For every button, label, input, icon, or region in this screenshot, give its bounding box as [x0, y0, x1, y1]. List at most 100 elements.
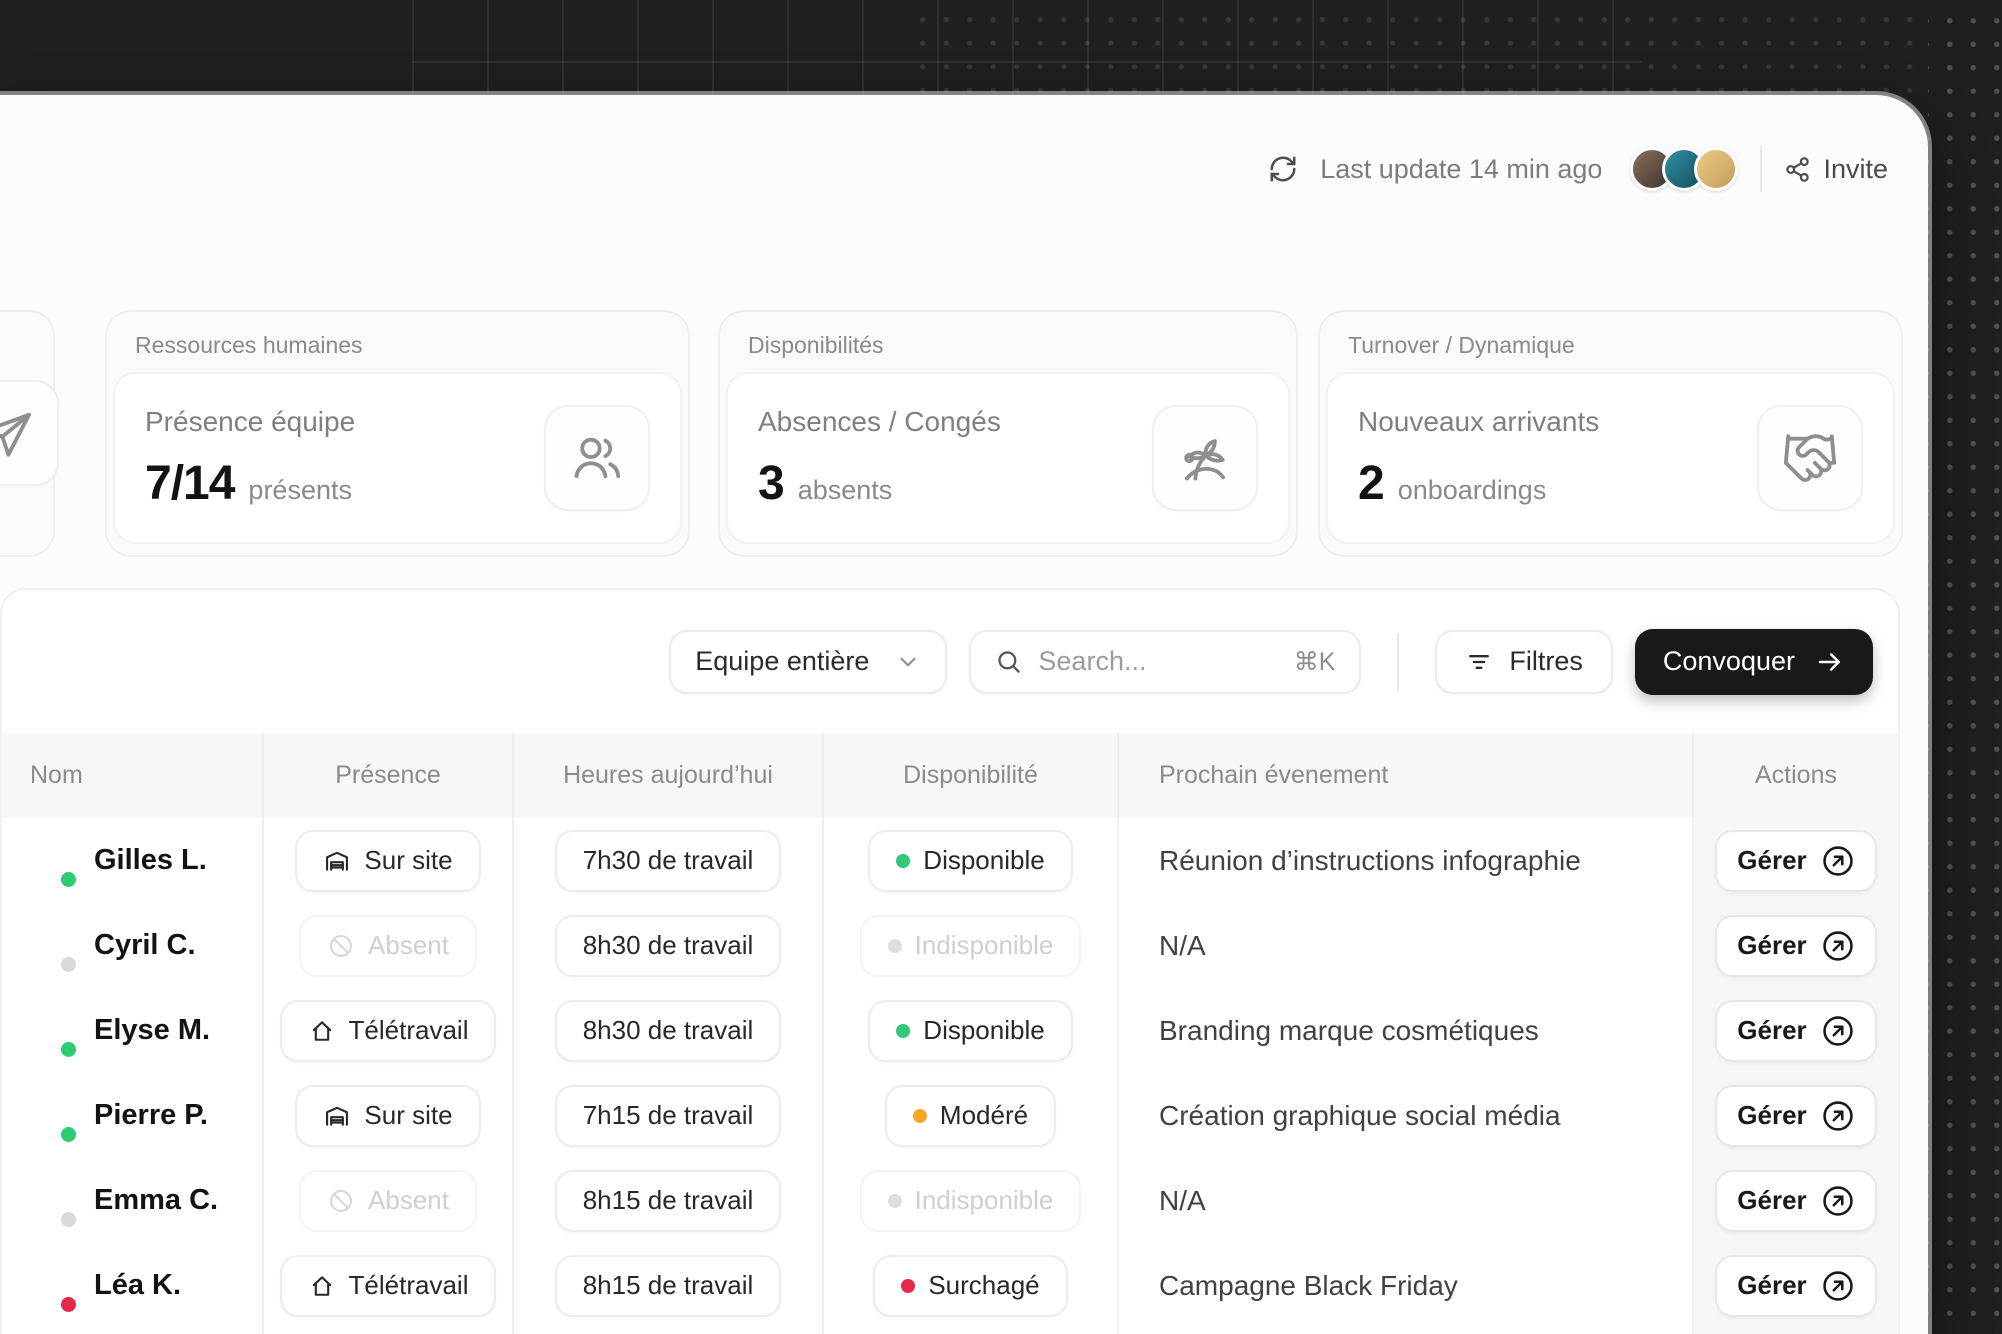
- stat-section-label: Turnover / Dynamique: [1320, 312, 1901, 372]
- last-update-label: Last update 14 min ago: [1320, 154, 1602, 185]
- availability-badge: Modéré: [885, 1085, 1056, 1147]
- arrow-up-right-icon: [1821, 929, 1855, 963]
- availability-dot: [896, 1024, 910, 1038]
- member-name: Gilles L.: [94, 844, 207, 877]
- presence-badge: Télétravail: [280, 1000, 497, 1062]
- table-row-partial: [2, 1328, 1898, 1334]
- search-icon: [995, 648, 1022, 675]
- stat-value: 7/14: [145, 456, 234, 511]
- status-dot: [58, 1039, 79, 1060]
- stat-unit: présents: [248, 475, 352, 506]
- convoke-button[interactable]: Convoquer: [1635, 629, 1873, 695]
- event-text: N/A: [1117, 1158, 1692, 1243]
- filters-button[interactable]: Filtres: [1435, 630, 1613, 694]
- table-row: Cyril C. Absent 8h30 de travail Indispon…: [2, 903, 1898, 988]
- col-nom: Nom: [2, 733, 262, 818]
- status-dot: [58, 1209, 79, 1230]
- table-row: Elyse M. Télétravail 8h30 de travail Dis…: [2, 988, 1898, 1073]
- availability-badge: Disponible: [868, 830, 1072, 892]
- search-shortcut: ⌘K: [1294, 647, 1336, 677]
- background-dots-right: [1928, 0, 2002, 1334]
- filters-label: Filtres: [1509, 646, 1583, 677]
- status-dot: [58, 1294, 79, 1315]
- availability-dot: [913, 1109, 927, 1123]
- col-evenement: Prochain évenement: [1117, 733, 1692, 818]
- invite-button[interactable]: Invite: [1784, 154, 1888, 185]
- presence-badge: Absent: [299, 915, 477, 977]
- presence-badge: Sur site: [295, 830, 480, 892]
- handshake-icon: [1757, 405, 1863, 511]
- invite-label: Invite: [1823, 154, 1888, 185]
- home-icon: [308, 1017, 336, 1045]
- avatar: [24, 1260, 76, 1312]
- member-name: Pierre P.: [94, 1099, 208, 1132]
- office-icon: [323, 1102, 351, 1130]
- stat-card-rh: Ressources humaines Présence équipe 7/14…: [105, 310, 690, 557]
- member-name: Elyse M.: [94, 1014, 210, 1047]
- stat-title: Absences / Congés: [758, 406, 1001, 438]
- team-select[interactable]: Equipe entière: [669, 630, 947, 694]
- manage-button[interactable]: Gérer: [1715, 1085, 1876, 1147]
- hours-badge: 8h30 de travail: [555, 1000, 782, 1062]
- search-box[interactable]: ⌘K: [969, 630, 1361, 694]
- event-text: Branding marque cosmétiques: [1117, 988, 1692, 1073]
- stat-value: 2: [1358, 456, 1384, 511]
- event-text: N/A: [1117, 903, 1692, 988]
- availability-dot: [901, 1279, 915, 1293]
- manage-button[interactable]: Gérer: [1715, 830, 1876, 892]
- topbar-divider: [1760, 146, 1762, 192]
- convoke-label: Convoquer: [1663, 646, 1795, 677]
- users-icon: [544, 405, 650, 511]
- table-row: Léa K. Télétravail 8h15 de travail Surch…: [2, 1243, 1898, 1328]
- col-disponibilite: Disponibilité: [822, 733, 1117, 818]
- stat-unit: onboardings: [1398, 475, 1547, 506]
- app-canvas: { "header": { "last_update": "Last updat…: [0, 0, 2002, 1334]
- ban-icon: [327, 932, 355, 960]
- availability-badge: Indisponible: [860, 915, 1082, 977]
- arrow-up-right-icon: [1821, 1014, 1855, 1048]
- dashboard-panel: Last update 14 min ago Invite Ressources…: [0, 95, 1928, 1334]
- avatar-group[interactable]: [1630, 147, 1738, 191]
- avatar: [24, 1005, 76, 1057]
- event-text: Campagne Black Friday: [1117, 1243, 1692, 1328]
- hours-badge: 7h15 de travail: [555, 1085, 782, 1147]
- stat-title: Nouveaux arrivants: [1358, 406, 1599, 438]
- table-header: Nom Présence Heures aujourd’hui Disponib…: [2, 733, 1898, 818]
- presence-badge: Télétravail: [280, 1255, 497, 1317]
- manage-button[interactable]: Gérer: [1715, 1000, 1876, 1062]
- stats-row: Ressources humaines Présence équipe 7/14…: [0, 310, 1928, 560]
- arrow-up-right-icon: [1821, 1184, 1855, 1218]
- manage-button[interactable]: Gérer: [1715, 1255, 1876, 1317]
- avatar: [24, 835, 76, 887]
- member-name: Cyril C.: [94, 929, 196, 962]
- table-row: Gilles L. Sur site 7h30 de travail Dispo…: [2, 818, 1898, 903]
- partial-stat-card: [0, 310, 55, 557]
- member-name: Emma C.: [94, 1184, 218, 1217]
- arrow-up-right-icon: [1821, 844, 1855, 878]
- manage-button[interactable]: Gérer: [1715, 1170, 1876, 1232]
- availability-badge: Surchagé: [873, 1255, 1067, 1317]
- stat-section-label: Ressources humaines: [107, 312, 688, 372]
- stat-unit: absents: [798, 475, 893, 506]
- office-icon: [323, 847, 351, 875]
- availability-dot: [896, 854, 910, 868]
- col-actions: Actions: [1692, 733, 1898, 818]
- manage-button[interactable]: Gérer: [1715, 915, 1876, 977]
- event-text: Réunion d’instructions infographie: [1117, 818, 1692, 903]
- stat-value: 3: [758, 456, 784, 511]
- hours-badge: 7h30 de travail: [555, 830, 782, 892]
- event-text: Création graphique social média: [1117, 1073, 1692, 1158]
- status-dot: [58, 1124, 79, 1145]
- presence-badge: Absent: [299, 1170, 477, 1232]
- search-input[interactable]: [1038, 646, 1277, 677]
- stat-card-turnover: Turnover / Dynamique Nouveaux arrivants …: [1318, 310, 1903, 557]
- status-dot: [58, 954, 79, 975]
- hours-badge: 8h30 de travail: [555, 915, 782, 977]
- presence-badge: Sur site: [295, 1085, 480, 1147]
- table-row: Emma C. Absent 8h15 de travail Indisponi…: [2, 1158, 1898, 1243]
- background-dots-top: [905, 0, 1928, 95]
- filter-icon: [1465, 648, 1493, 676]
- ban-icon: [327, 1187, 355, 1215]
- share-icon: [1784, 156, 1811, 183]
- refresh-icon[interactable]: [1268, 154, 1298, 184]
